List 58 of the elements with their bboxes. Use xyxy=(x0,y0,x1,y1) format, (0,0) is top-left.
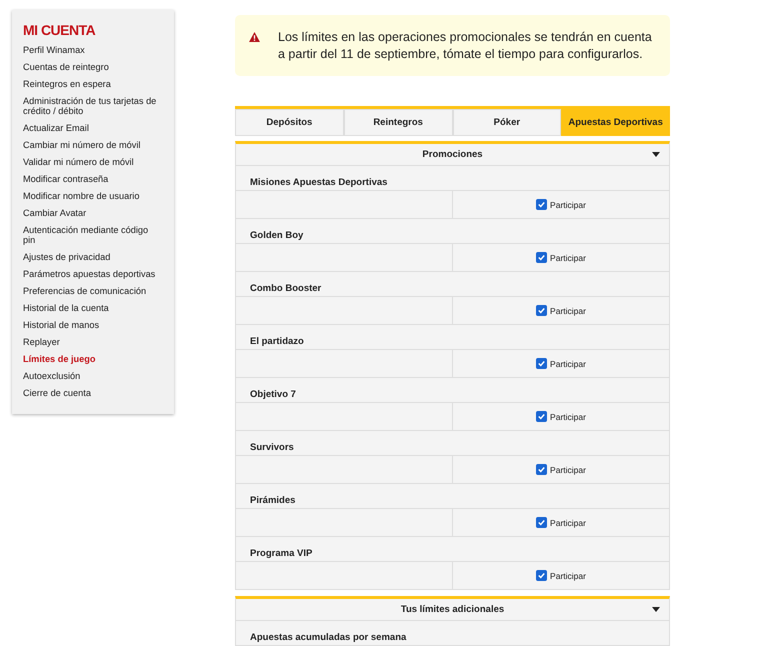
warning-icon xyxy=(249,32,260,42)
checkmark-icon xyxy=(537,571,546,580)
participate-checkbox[interactable]: Participar xyxy=(536,464,586,475)
sidebar-link[interactable]: Administración de tus tarjetas de crédito / débito xyxy=(23,93,162,120)
promotion-name: Programa VIP xyxy=(250,548,312,559)
participate-checkbox[interactable]: Participar xyxy=(536,358,586,369)
sidebar-link[interactable]: Parámetros apuestas deportivas xyxy=(23,266,162,283)
participate-checkbox[interactable]: Participar xyxy=(536,305,586,316)
promotion-name: Combo Booster xyxy=(250,283,322,294)
participate-checkbox[interactable]: Participar xyxy=(536,252,586,263)
sidebar-link[interactable]: Ajustes de privacidad xyxy=(23,249,162,266)
section-title: Tus límites adicionales xyxy=(400,604,504,615)
sidebar-link[interactable]: Reintegros en espera xyxy=(23,76,162,93)
participate-checkbox[interactable]: Participar xyxy=(536,570,586,581)
promotion-name: Survivors xyxy=(250,442,294,453)
section-header[interactable]: Promociones xyxy=(236,144,669,166)
sidebar-link[interactable]: Historial de manos xyxy=(23,317,162,334)
sidebar-link[interactable]: Límites de juego xyxy=(23,351,162,368)
participate-checkbox[interactable]: Participar xyxy=(536,411,586,422)
section-title: Promociones xyxy=(422,149,483,160)
promotion-name: El partidazo xyxy=(250,336,304,347)
sidebar-link[interactable]: Actualizar Email xyxy=(23,120,162,137)
sidebar-link[interactable]: Preferencias de comunicación xyxy=(23,283,162,300)
promotion-name: Golden Boy xyxy=(250,230,304,241)
sidebar-title: MI CUENTA xyxy=(23,22,96,38)
promotion-name: Misiones Apuestas Deportivas xyxy=(250,177,388,188)
notice-text: Los límites en las operaciones promocionales se tendrán en cuenta a partir del 11 de septiembre, tómate el tiempo para configurarlos. xyxy=(278,29,653,63)
sidebar-link[interactable]: Historial de la cuenta xyxy=(23,300,162,317)
caret-icon xyxy=(652,607,660,612)
checkmark-icon xyxy=(537,465,546,474)
tab[interactable]: Póker xyxy=(452,109,562,136)
sidebar-link[interactable]: Cierre de cuenta xyxy=(23,385,162,402)
checkmark-icon xyxy=(537,518,546,527)
tab[interactable]: Depósitos xyxy=(235,109,344,136)
tab[interactable]: Apuestas Deportivas xyxy=(561,109,670,136)
promotion-name: Objetivo 7 xyxy=(250,389,296,400)
sidebar-link[interactable]: Replayer xyxy=(23,334,162,351)
participate-checkbox[interactable]: Participar xyxy=(536,199,586,210)
sidebar-link[interactable]: Autenticación mediante código pin xyxy=(23,222,162,249)
checkmark-icon xyxy=(537,253,546,262)
checkmark-icon xyxy=(537,306,546,315)
sidebar-link[interactable]: Modificar nombre de usuario xyxy=(23,188,162,205)
tab[interactable]: Reintegros xyxy=(344,109,452,136)
limit-name: Apuestas acumuladas por semana xyxy=(250,632,406,643)
sidebar-link[interactable]: Cambiar Avatar xyxy=(23,205,162,222)
checkmark-icon xyxy=(537,359,546,368)
caret-icon xyxy=(652,152,660,157)
promotion-name: Pirámides xyxy=(250,495,296,506)
sidebar-link[interactable]: Validar mi número de móvil xyxy=(23,154,162,171)
section-header[interactable]: Tus límites adicionales xyxy=(236,599,669,621)
sidebar-link[interactable]: Cambiar mi número de móvil xyxy=(23,137,162,154)
sidebar-link[interactable]: Cuentas de reintegro xyxy=(23,59,162,76)
participate-checkbox[interactable]: Participar xyxy=(536,517,586,528)
checkmark-icon xyxy=(537,412,546,421)
sidebar-link[interactable]: Perfil Winamax xyxy=(23,42,162,59)
checkmark-icon xyxy=(537,200,546,209)
sidebar-link[interactable]: Modificar contraseña xyxy=(23,171,162,188)
sidebar-link[interactable]: Autoexclusión xyxy=(23,368,162,385)
